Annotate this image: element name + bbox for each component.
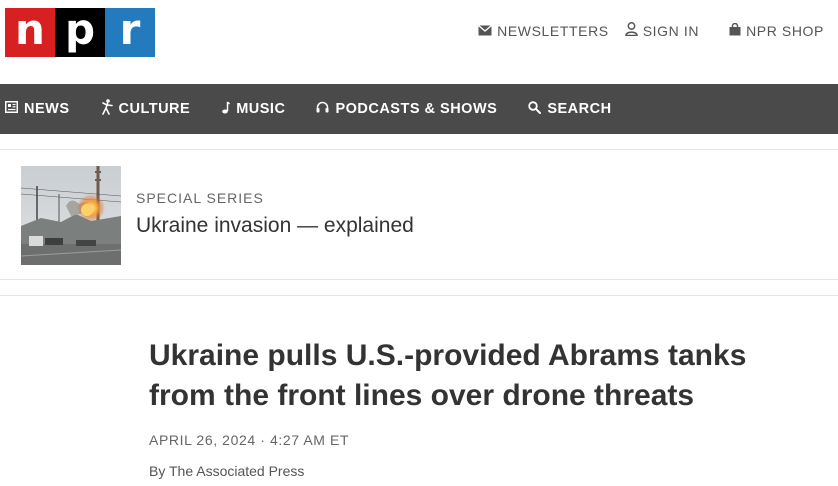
top-header: n p r NEWSLETTERS SIGN IN NPR SHOP <box>0 0 838 84</box>
article-byline: By The Associated Press <box>149 463 304 479</box>
logo-letter-p: p <box>55 8 105 57</box>
header-links: NEWSLETTERS SIGN IN NPR SHOP <box>478 22 824 39</box>
news-icon <box>5 101 24 117</box>
culture-figure-icon <box>101 99 119 119</box>
shopping-bag-icon <box>729 22 746 39</box>
series-text: SPECIAL SERIES Ukraine invasion — explai… <box>136 190 414 238</box>
newsletters-link[interactable]: NEWSLETTERS <box>478 23 609 39</box>
nav-item-search-label: SEARCH <box>547 101 612 117</box>
nav-item-news-label: NEWS <box>24 101 70 117</box>
nav-item-news[interactable]: NEWS <box>5 101 70 117</box>
nav-item-culture[interactable]: CULTURE <box>101 99 191 119</box>
article-headline: Ukraine pulls U.S.-provided Abrams tanks… <box>149 339 747 412</box>
logo-letter-r: r <box>105 8 155 57</box>
newsletters-label: NEWSLETTERS <box>497 22 609 39</box>
sign-in-label: SIGN IN <box>642 22 700 39</box>
series-thumbnail-image[interactable] <box>21 166 121 265</box>
byline-author-link[interactable]: The Associated Press <box>169 463 304 479</box>
nav-item-search[interactable]: SEARCH <box>528 100 612 118</box>
series-title-link[interactable]: Ukraine invasion — explained <box>136 214 414 238</box>
sign-in-link[interactable]: SIGN IN <box>624 22 700 39</box>
npr-shop-label: NPR SHOP <box>746 22 824 39</box>
music-note-icon <box>221 100 236 118</box>
nav-item-culture-label: CULTURE <box>118 101 191 117</box>
nav-item-music-label: MUSIC <box>236 101 286 117</box>
npr-shop-link[interactable]: NPR SHOP <box>729 22 824 39</box>
logo-letter-n: n <box>5 8 55 57</box>
main-nav: NEWS CULTURE MUSIC PODCASTS & SHOWS SEAR… <box>0 84 838 134</box>
user-icon <box>624 22 643 39</box>
headphones-icon <box>316 101 335 117</box>
byline-prefix: By <box>149 463 166 479</box>
nav-item-podcasts-shows[interactable]: PODCASTS & SHOWS <box>316 101 497 117</box>
npr-logo[interactable]: n p r <box>5 8 155 57</box>
envelope-icon <box>478 23 497 39</box>
nav-item-music[interactable]: MUSIC <box>221 100 286 118</box>
search-icon <box>528 100 547 118</box>
nav-item-podcasts-shows-label: PODCASTS & SHOWS <box>335 101 498 117</box>
series-kicker: SPECIAL SERIES <box>136 190 264 206</box>
section-divider <box>0 295 838 296</box>
special-series-banner[interactable]: SPECIAL SERIES Ukraine invasion — explai… <box>0 149 838 280</box>
article-date: APRIL 26, 2024 · 4:27 AM ET <box>149 432 350 448</box>
